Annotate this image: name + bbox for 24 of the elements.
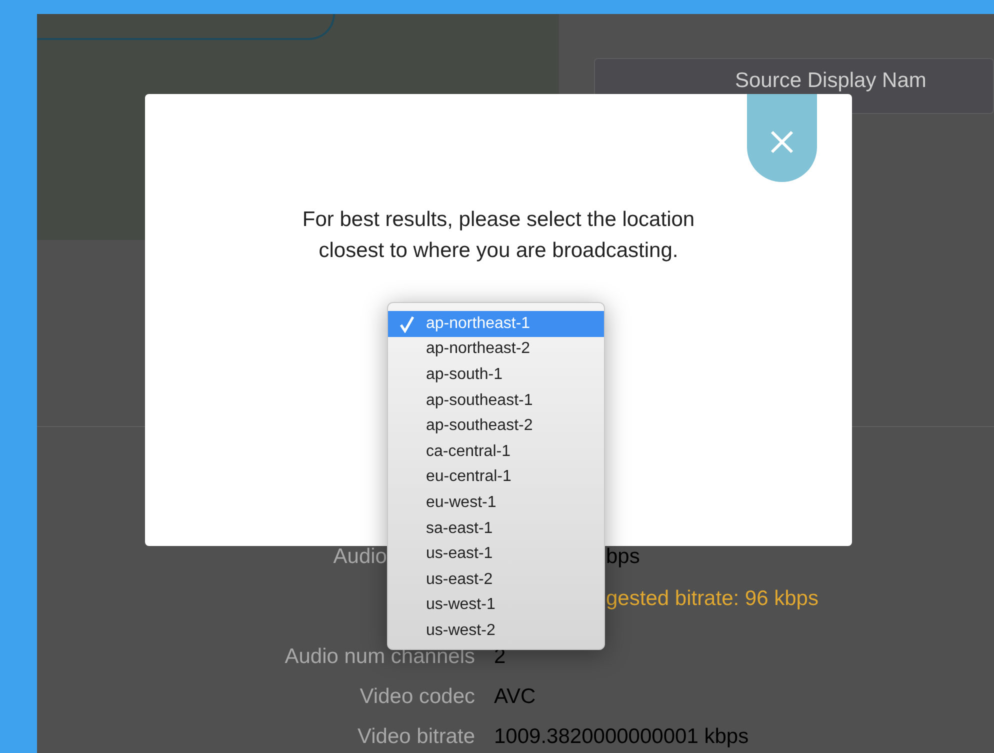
dialog-message: For best results, please select the location closest to where you are broadcasting. (301, 207, 696, 264)
location-option[interactable]: us-east-1 (388, 541, 604, 567)
location-option[interactable]: ca-central-1 (388, 438, 604, 465)
location-option[interactable]: eu-west-1 (388, 490, 604, 516)
location-option[interactable]: ap-southeast-1 (388, 388, 604, 414)
field-value: bps (606, 545, 640, 568)
field-label: Video codec (360, 684, 475, 710)
checkmark-icon (399, 314, 415, 333)
location-option[interactable]: ap-southeast-2 (388, 413, 604, 439)
close-button[interactable] (747, 94, 817, 182)
close-icon (769, 129, 795, 155)
field-label: Audio num channels (284, 644, 475, 670)
location-option[interactable]: eu-central-1 (388, 464, 604, 490)
location-option[interactable]: ap-northeast-2 (388, 336, 604, 362)
location-option[interactable]: us-west-1 (388, 592, 604, 618)
field-label: Audio (333, 544, 387, 570)
field-label: Video bitrate (357, 724, 475, 750)
location-option[interactable]: ap-south-1 (388, 362, 604, 388)
field-value: 1009.3820000000001 kbps (494, 725, 749, 748)
suggested-bitrate-text: gested bitrate: 96 kbps (606, 587, 818, 610)
location-option[interactable]: sa-east-1 (388, 516, 604, 542)
location-option[interactable]: us-west-2 (388, 618, 604, 644)
field-value: AVC (494, 685, 536, 708)
location-option[interactable]: us-east-2 (388, 566, 604, 593)
